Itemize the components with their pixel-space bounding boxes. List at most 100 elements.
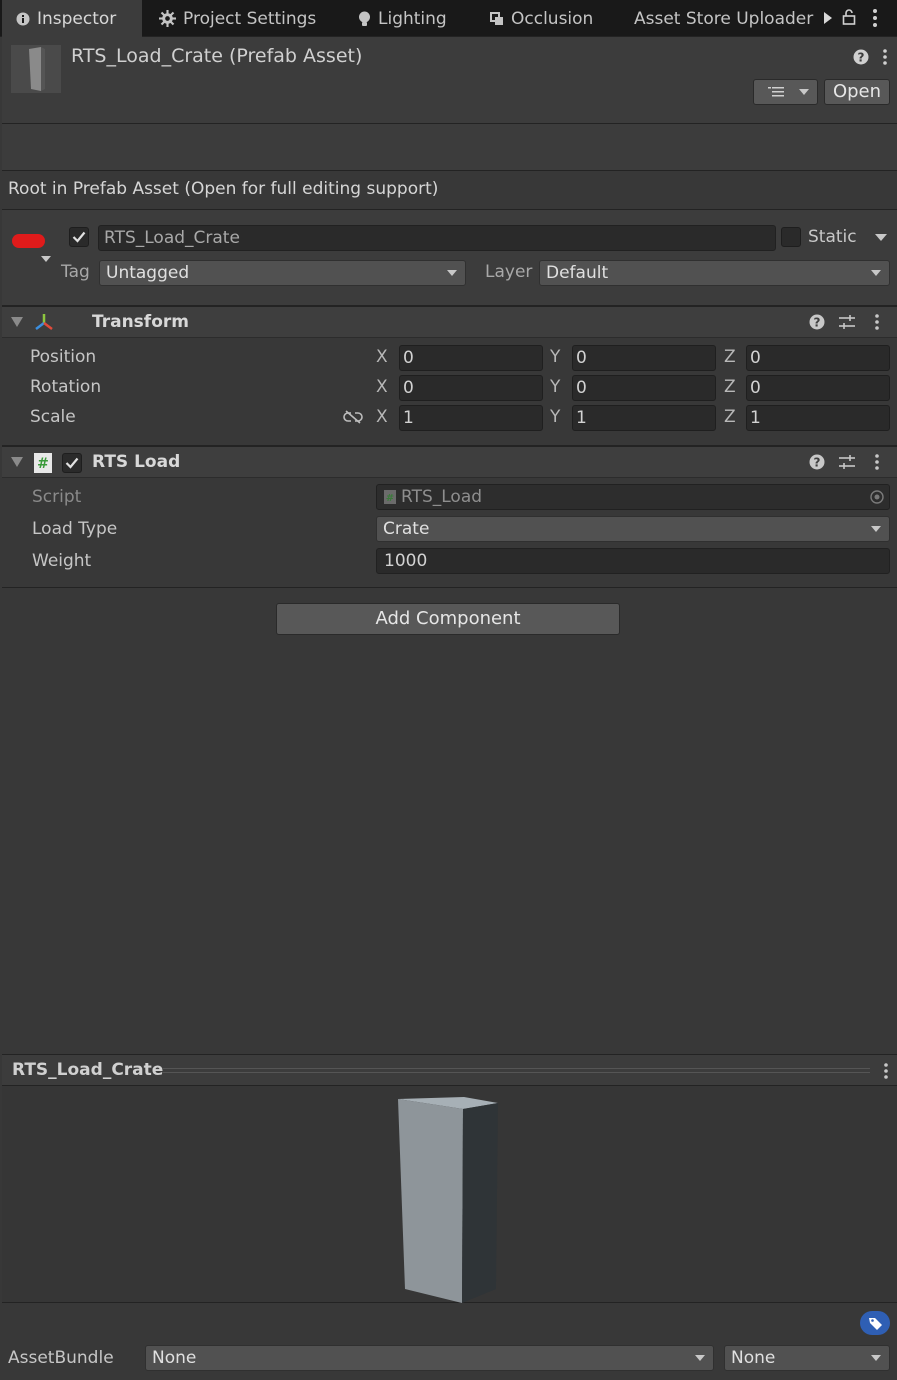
load-type-dropdown[interactable]: Crate (376, 516, 890, 542)
help-icon[interactable]: ? (809, 314, 825, 330)
scale-x-field[interactable]: 1 (399, 405, 543, 431)
tag-value: Untagged (106, 263, 190, 283)
preview-drag-handle[interactable] (162, 1068, 870, 1073)
header-more-icon[interactable] (883, 49, 887, 65)
open-prefab-button[interactable]: Open (824, 79, 890, 105)
chevron-down-icon (871, 526, 881, 532)
script-icon: # (384, 490, 396, 504)
object-picker-icon (870, 490, 884, 504)
position-z-field[interactable]: 0 (746, 345, 890, 371)
scale-z-field[interactable]: 1 (746, 405, 890, 431)
weight-label: Weight (32, 551, 92, 571)
rts-load-header[interactable]: # RTS Load ? (2, 446, 897, 478)
crate-model-preview (398, 1097, 498, 1303)
help-icon[interactable]: ? (809, 454, 825, 470)
svg-text:?: ? (814, 316, 821, 330)
load-type-value: Crate (383, 519, 430, 539)
chevron-down-icon (799, 89, 809, 95)
axis-x-label[interactable]: X (376, 407, 388, 427)
tab-bar: Inspector Project Settings Lighting Occl… (0, 0, 897, 37)
preview-header[interactable]: RTS_Load_Crate (2, 1054, 897, 1086)
presets-icon[interactable] (839, 454, 855, 470)
axis-y-label[interactable]: Y (550, 407, 560, 427)
more-options-icon[interactable] (873, 9, 877, 27)
script-icon: # (34, 453, 52, 473)
layer-dropdown[interactable]: Default (539, 260, 890, 286)
lock-icon[interactable] (842, 8, 856, 26)
tab-inspector[interactable]: Inspector (2, 0, 142, 37)
gear-icon (159, 10, 176, 27)
tab-label: Occlusion (511, 8, 594, 29)
active-checkbox[interactable] (69, 227, 89, 247)
position-y-field[interactable]: 0 (572, 345, 716, 371)
gameobject-name-field[interactable]: RTS_Load_Crate (98, 225, 776, 251)
svg-text:#: # (386, 493, 394, 504)
svg-text:?: ? (858, 51, 865, 65)
asset-bundle-variant-dropdown[interactable]: None (724, 1345, 890, 1371)
script-label: Script (32, 487, 82, 507)
scale-y-field[interactable]: 1 (572, 405, 716, 431)
weight-field[interactable]: 1000 (376, 548, 890, 574)
occlusion-icon (490, 11, 504, 26)
asset-bundle-section: AssetBundle None None (2, 1303, 897, 1380)
layer-label: Layer (485, 262, 533, 282)
static-checkbox[interactable] (781, 227, 801, 247)
transform-header[interactable]: Transform ? (2, 306, 897, 338)
root-info-label: Root in Prefab Asset (Open for full edit… (2, 171, 897, 210)
svg-text:?: ? (814, 456, 821, 470)
position-x-field[interactable]: 0 (399, 345, 543, 371)
lightbulb-icon (358, 11, 371, 27)
presets-icon[interactable] (839, 314, 855, 330)
axis-y-label[interactable]: Y (550, 347, 560, 367)
axis-z-label[interactable]: Z (724, 407, 736, 427)
rotation-z-field[interactable]: 0 (746, 375, 890, 401)
layer-value: Default (546, 263, 609, 283)
tab-occlusion[interactable]: Occlusion (476, 0, 607, 37)
asset-label-tag-icon[interactable] (860, 1311, 890, 1335)
foldout-arrow-icon[interactable] (11, 457, 23, 467)
tab-label: Asset Store Uploader (634, 8, 814, 29)
tab-label: Inspector (37, 8, 117, 29)
tab-label: Lighting (378, 8, 447, 29)
component-more-icon[interactable] (875, 314, 879, 330)
prefab-title: RTS_Load_Crate (Prefab Asset) (71, 45, 363, 67)
axis-y-label[interactable]: Y (550, 377, 560, 397)
tab-project-settings[interactable]: Project Settings (145, 0, 330, 37)
help-icon[interactable]: ? (853, 49, 869, 65)
axis-x-label[interactable]: X (376, 347, 388, 367)
preview-viewport[interactable] (2, 1086, 897, 1303)
hierarchy-list-icon (768, 86, 784, 98)
asset-bundle-name-value: None (152, 1348, 197, 1368)
foldout-arrow-icon[interactable] (11, 317, 23, 327)
gameobject-icon[interactable] (11, 230, 47, 252)
preview-title: RTS_Load_Crate (12, 1060, 164, 1080)
component-more-icon[interactable] (875, 454, 879, 470)
tag-label: Tag (61, 262, 90, 282)
rotation-y-field[interactable]: 0 (572, 375, 716, 401)
rotation-x-field[interactable]: 0 (399, 375, 543, 401)
rts-load-body: Script # RTS_Load Load Type Crate Weight… (2, 478, 897, 588)
transform-icon (33, 312, 55, 332)
transform-title: Transform (92, 312, 189, 332)
script-value: RTS_Load (401, 487, 483, 507)
tab-lighting[interactable]: Lighting (344, 0, 461, 37)
icon-select-arrow[interactable] (41, 256, 51, 262)
constrain-proportions-icon[interactable] (343, 409, 363, 425)
static-label: Static (808, 227, 857, 247)
chevron-down-icon (871, 1355, 881, 1361)
overrides-dropdown-button[interactable] (753, 79, 818, 105)
axis-z-label[interactable]: Z (724, 347, 736, 367)
tab-scroll-right-icon[interactable] (824, 12, 832, 24)
preview-more-icon[interactable] (884, 1063, 888, 1079)
axis-z-label[interactable]: Z (724, 377, 736, 397)
component-enabled-checkbox[interactable] (62, 453, 82, 473)
asset-bundle-name-dropdown[interactable]: None (145, 1345, 714, 1371)
tag-dropdown[interactable]: Untagged (99, 260, 466, 286)
axis-x-label[interactable]: X (376, 377, 388, 397)
scale-label: Scale (30, 407, 76, 427)
rts-load-title: RTS Load (92, 452, 181, 472)
add-component-button[interactable]: Add Component (276, 603, 620, 635)
asset-bundle-label: AssetBundle (8, 1348, 114, 1368)
tab-asset-store-uploader[interactable]: Asset Store Uploader (620, 0, 827, 37)
static-dropdown-icon[interactable] (875, 234, 887, 241)
